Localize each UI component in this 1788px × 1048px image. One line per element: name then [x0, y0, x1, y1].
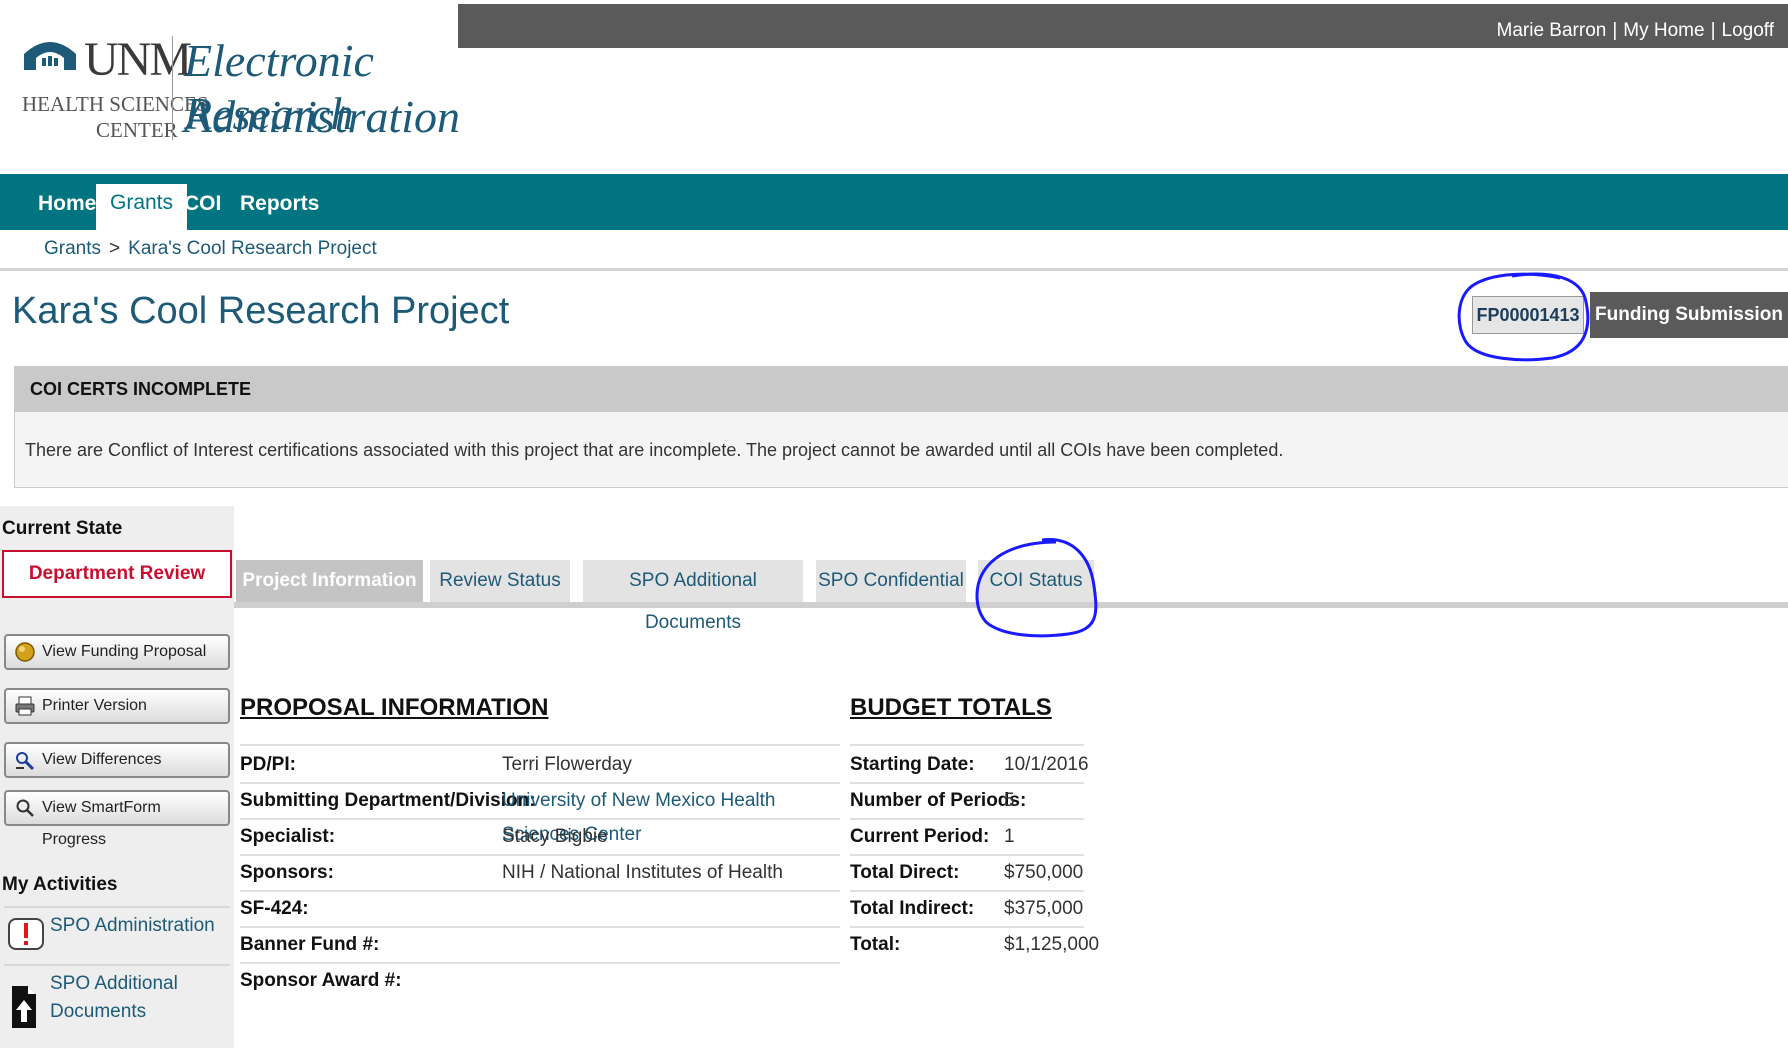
app-logo[interactable]: UNM HEALTH SCIENCES CENTER Electronic Re…	[22, 30, 460, 150]
proposal-label: PD/PI:	[240, 754, 296, 775]
printer-icon	[15, 696, 35, 716]
proposal-row: Submitting Department/Division: Universi…	[240, 784, 840, 845]
budget-label: Starting Date:	[850, 754, 975, 775]
budget-value: 5	[1004, 790, 1015, 811]
proposal-label: Sponsors:	[240, 862, 334, 883]
proposal-row: PD/PI: Terri Flowerday	[240, 748, 840, 784]
budget-value: 1	[1004, 826, 1015, 847]
tab-coi-status[interactable]: COI Status	[978, 560, 1094, 602]
differences-icon	[16, 752, 35, 770]
budget-value: $750,000	[1004, 862, 1084, 883]
user-name-link[interactable]: Marie Barron	[1497, 20, 1607, 41]
unm-wordmark: UNM	[84, 33, 192, 86]
top-bar: Marie Barron | My Home | Logoff	[458, 4, 1788, 48]
budget-value: 10/1/2016	[1004, 754, 1089, 775]
tab-spo-confidential[interactable]: SPO Confidential	[816, 560, 966, 602]
proposal-value: Stacy Bigbie	[502, 826, 608, 847]
tab-project-information[interactable]: Project Information	[236, 560, 423, 606]
proposal-row: Sponsor Award #:	[240, 964, 840, 1000]
proposal-row: Banner Fund #:	[240, 928, 840, 964]
activity-spo-administration-label: SPO Administration	[50, 915, 215, 936]
unm-arch-icon	[24, 42, 76, 70]
my-activities-label: My Activities	[2, 874, 118, 895]
proposal-value: Terri Flowerday	[502, 754, 632, 775]
app-name-line2: Administration	[184, 91, 461, 142]
search-icon	[16, 799, 34, 817]
budget-row: Total Indirect: $375,000	[850, 892, 1084, 928]
budget-row: Current Period: 1	[850, 820, 1084, 856]
alert-icon	[8, 918, 44, 950]
activity-spo-additional-documents-label-2: Documents	[50, 1001, 147, 1022]
view-funding-proposal-label: View Funding Proposal	[42, 643, 207, 660]
activity-spo-additional-documents-label-1: SPO Additional	[50, 973, 178, 994]
budget-value: $375,000	[1004, 898, 1084, 919]
printer-version-button[interactable]: Printer Version	[4, 688, 230, 724]
tabs-underline	[234, 602, 1788, 608]
sidebar: Current State Department Review View Fun…	[0, 506, 234, 1048]
funding-proposal-icon	[15, 642, 35, 662]
proposal-row: Sponsors: NIH / National Institutes of H…	[240, 856, 840, 892]
hsc-line2: CENTER	[96, 118, 178, 142]
proposal-label: Sponsor Award #:	[240, 970, 402, 991]
view-funding-proposal-button[interactable]: View Funding Proposal	[4, 634, 230, 670]
hsc-line1: HEALTH SCIENCES	[22, 92, 209, 116]
page-title: Kara's Cool Research Project	[12, 290, 510, 332]
breadcrumb-grants[interactable]: Grants	[44, 238, 101, 259]
nav-coi[interactable]: COI	[184, 174, 221, 230]
separator: |	[1612, 20, 1618, 41]
activity-divider	[4, 906, 230, 908]
alert-message: There are Conflict of Interest certifica…	[14, 412, 1788, 488]
nav-grants[interactable]: Grants	[96, 184, 188, 230]
printer-version-label: Printer Version	[42, 697, 147, 714]
activity-divider	[4, 964, 230, 966]
separator: |	[1710, 20, 1716, 41]
proposal-value: NIH / National Institutes of Health	[502, 862, 783, 883]
budget-totals-title: BUDGET TOTALS	[850, 694, 1052, 721]
budget-label: Number of Periods:	[850, 790, 1027, 811]
view-differences-label: View Differences	[42, 751, 162, 768]
budget-label: Total:	[850, 934, 901, 955]
budget-row: Number of Periods: 5	[850, 784, 1084, 820]
proposal-label: Specialist:	[240, 826, 336, 847]
view-smartform-progress-label: View SmartForm Progress	[42, 799, 161, 848]
activity-spo-administration[interactable]: SPO Administration	[4, 912, 232, 962]
proposal-row: SF-424:	[240, 892, 840, 928]
view-differences-button[interactable]: View Differences	[4, 742, 230, 778]
tab-review-status[interactable]: Review Status	[430, 560, 570, 602]
upload-document-icon	[12, 986, 36, 1028]
proposal-label: SF-424:	[240, 898, 309, 919]
budget-row: Total: $1,125,000	[850, 928, 1099, 964]
budget-row: Starting Date: 10/1/2016	[850, 748, 1089, 784]
proposal-label: Submitting Department/Division:	[240, 790, 536, 811]
proposal-information-title: PROPOSAL INFORMATION	[240, 694, 549, 721]
logo-divider	[172, 36, 173, 140]
current-state-label: Current State	[2, 518, 123, 539]
project-type-badge: Funding Submission	[1590, 292, 1788, 338]
nav-home[interactable]: Home	[38, 174, 96, 230]
project-id-badge: FP00001413	[1472, 296, 1584, 334]
breadcrumb: Grants > Kara's Cool Research Project	[44, 238, 377, 260]
main-nav: Home Grants COI Reports	[0, 174, 1788, 230]
budget-row: Total Direct: $750,000	[850, 856, 1084, 892]
budget-label: Total Indirect:	[850, 898, 975, 919]
view-smartform-progress-button[interactable]: View SmartForm Progress	[4, 790, 230, 848]
proposal-row: Specialist: Stacy Bigbie	[240, 820, 840, 856]
user-links: Marie Barron | My Home | Logoff	[1497, 20, 1774, 42]
budget-label: Total Direct:	[850, 862, 960, 883]
budget-value: $1,125,000	[1004, 934, 1100, 955]
proposal-label: Banner Fund #:	[240, 934, 380, 955]
activity-spo-additional-documents[interactable]: SPO Additional Documents	[4, 970, 232, 1034]
nav-reports[interactable]: Reports	[240, 174, 319, 230]
alert-heading: COI CERTS INCOMPLETE	[14, 366, 1788, 412]
tab-spo-additional-documents[interactable]: SPO Additional Documents	[583, 560, 803, 633]
breadcrumb-project[interactable]: Kara's Cool Research Project	[128, 238, 377, 259]
breadcrumb-divider	[0, 268, 1788, 271]
logoff-link[interactable]: Logoff	[1722, 20, 1774, 41]
current-state-badge: Department Review	[2, 550, 232, 598]
budget-label: Current Period:	[850, 826, 990, 847]
table-divider	[850, 744, 1084, 746]
breadcrumb-separator: >	[109, 238, 121, 259]
my-home-link[interactable]: My Home	[1623, 20, 1704, 41]
table-divider	[240, 744, 840, 746]
